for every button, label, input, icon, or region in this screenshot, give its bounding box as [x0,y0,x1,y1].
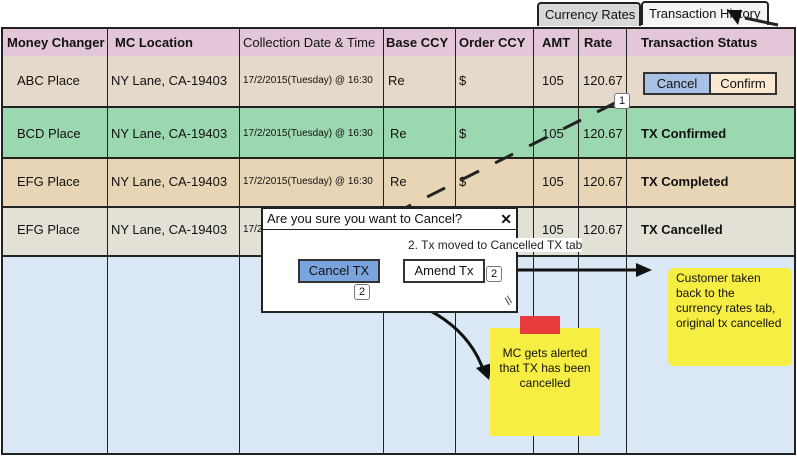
pointer-arrow-icon [727,10,742,25]
dialog-title: Are you sure you want to Cancel? [263,209,516,230]
close-icon[interactable]: ✕ [500,209,512,229]
cancel-confirm-dialog: Are you sure you want to Cancel? ✕ Cance… [261,207,518,313]
step-badge: 2 [486,266,502,282]
resize-handle-icon[interactable]: // [503,295,516,308]
annotation-tooltip: 2. Tx moved to Cancelled TX tab [408,238,583,252]
step-badge: 2 [354,284,370,300]
sticky-note-customer: Customer taken back to the currency rate… [668,268,792,366]
pin-tape-icon [520,316,560,334]
cancel-tx-button[interactable]: Cancel TX [298,259,380,283]
pointer-line [744,16,779,27]
amend-tx-button[interactable]: Amend Tx [403,259,485,283]
sticky-note-mc: MC gets alerted that TX has been cancell… [490,316,600,436]
mc-note-text: MC gets alerted that TX has been cancell… [499,346,591,390]
arrow-head-icon [636,263,652,277]
step-badge: 1 [614,93,630,109]
